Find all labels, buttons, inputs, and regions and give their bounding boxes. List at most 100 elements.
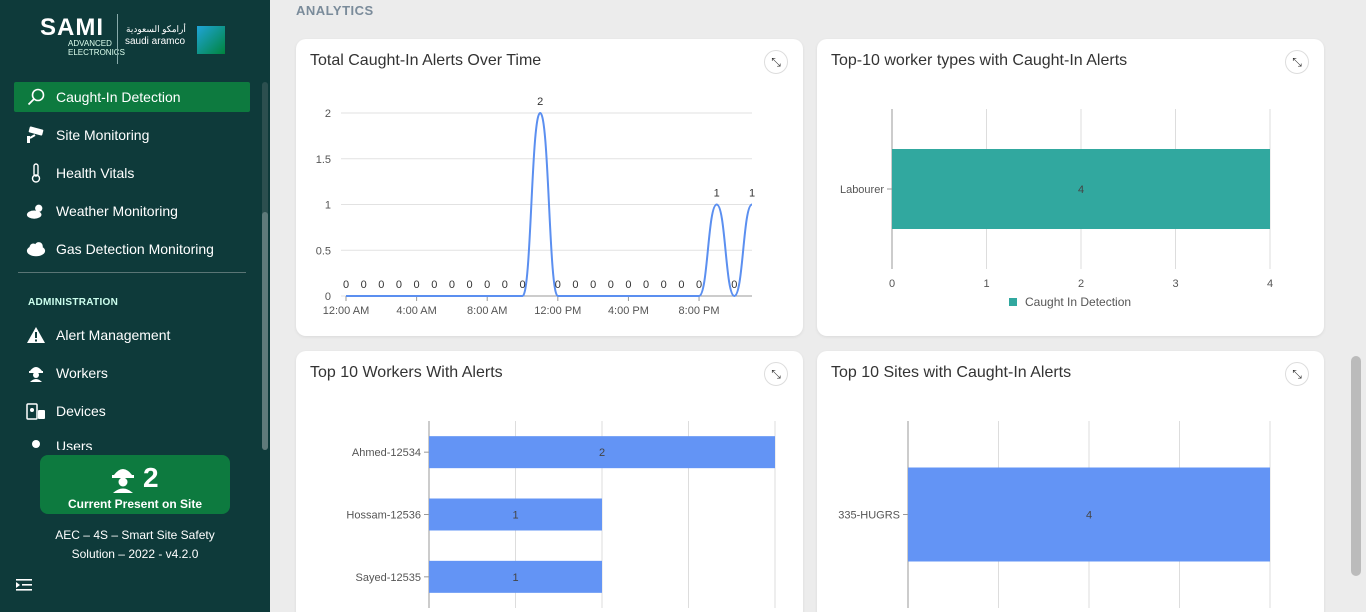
- present-count: 2: [143, 462, 159, 493]
- data-label: 0: [343, 279, 349, 291]
- data-label: 0: [378, 279, 384, 291]
- aramco-star-icon: [197, 26, 225, 54]
- data-label: 0: [661, 279, 667, 291]
- present-label: Current Present on Site: [67, 497, 203, 511]
- y-tick-label: Ahmed-12534: [352, 447, 421, 459]
- data-label: 1: [512, 572, 518, 584]
- nav-devices[interactable]: Devices: [14, 396, 250, 426]
- data-label: 0: [608, 279, 614, 291]
- data-label: 0: [502, 279, 508, 291]
- nav-label: Health Vitals: [56, 165, 135, 181]
- nav-label: Caught-In Detection: [56, 89, 181, 105]
- data-label: 0: [414, 279, 420, 291]
- device-icon: [26, 401, 46, 421]
- nav-label: Alert Management: [56, 327, 171, 343]
- y-tick-label: 0.5: [316, 245, 331, 257]
- worker-helmet-icon: [110, 465, 136, 499]
- bar-chart: 0 1 2 3 4 Labourer 4 Caught In Detection: [840, 109, 1273, 309]
- y-tick-label: Sayed-12535: [356, 572, 421, 584]
- x-tick-label: 12:00 PM: [534, 305, 581, 317]
- data-label: 0: [731, 279, 737, 291]
- data-label: 0: [555, 279, 561, 291]
- nav-health-vitals[interactable]: Health Vitals: [14, 158, 250, 188]
- warning-icon: [26, 325, 46, 345]
- nav-label: Workers: [56, 365, 108, 381]
- data-label: 1: [714, 188, 720, 200]
- sami-logo-text: SAMI: [40, 14, 104, 41]
- data-label: 0: [467, 279, 473, 291]
- nav-label: Weather Monitoring: [56, 203, 178, 219]
- section-title: ANALYTICS: [296, 3, 374, 18]
- nav-label: Site Monitoring: [56, 127, 150, 143]
- x-tick-label: 3: [1172, 278, 1178, 290]
- magnifier-icon: [26, 87, 46, 107]
- line-chart: 0 0.5 1 1.5 2 12:00 AM 4:00 AM 8:00 AM 12:00 PM 4…: [316, 96, 755, 317]
- nav-site-monitoring[interactable]: Site Monitoring: [14, 120, 250, 150]
- bar-chart: Ahmed-12534 2 Hossam-12536 1 Sayed-12535 1: [346, 421, 776, 608]
- version-line-1: AEC – 4S – Smart Site Safety: [55, 528, 215, 542]
- nav-caught-in-detection[interactable]: Caught-In Detection: [14, 82, 250, 112]
- data-label: 4: [1086, 510, 1092, 522]
- data-label: 0: [678, 279, 684, 291]
- page-scrollbar-thumb[interactable]: [1351, 356, 1361, 576]
- aramco-text: saudi aramco: [125, 36, 186, 47]
- data-label: 1: [749, 188, 755, 200]
- sidebar-scrollbar-thumb[interactable]: [262, 212, 268, 450]
- data-label: 2: [537, 96, 543, 108]
- user-icon: [26, 438, 46, 450]
- bar-chart: 335-HUGRS 4: [838, 421, 1271, 608]
- y-tick-label: 335-HUGRS: [838, 510, 900, 522]
- nav-users[interactable]: Users: [14, 434, 250, 450]
- collapse-menu-icon[interactable]: [16, 578, 32, 597]
- x-tick-label: 4:00 AM: [396, 305, 436, 317]
- chart-card-worker-types: Top-10 worker types with Caught-In Alert…: [817, 39, 1324, 336]
- y-tick-label: 2: [325, 108, 331, 120]
- y-tick-label: Hossam-12536: [346, 510, 421, 522]
- aramco-arabic-text: أرامكو السعودية: [126, 24, 186, 34]
- brand-logo: SAMI ADVANCED ELECTRONICS أرامكو السعودية…: [40, 14, 230, 68]
- data-label: 0: [484, 279, 490, 291]
- data-label: 1: [512, 510, 518, 522]
- nav-label: Gas Detection Monitoring: [56, 241, 214, 257]
- weather-icon: [26, 201, 46, 221]
- data-label: 2: [599, 447, 605, 459]
- current-present-card[interactable]: 2 Current Present on Site: [40, 455, 230, 514]
- data-label: 0: [449, 279, 455, 291]
- y-tick-label: 1: [325, 200, 331, 212]
- nav-label: Devices: [56, 403, 106, 419]
- sidebar-divider: [18, 272, 246, 273]
- data-label: 0: [572, 279, 578, 291]
- nav-alert-management[interactable]: Alert Management: [14, 320, 250, 350]
- x-tick-label: 8:00 AM: [467, 305, 507, 317]
- data-label: 0: [519, 279, 525, 291]
- nav-label: Users: [56, 438, 93, 450]
- chart-card-top-workers: Top 10 Workers With Alerts ⤡ Ahmed-12534…: [296, 351, 803, 612]
- data-label: 0: [590, 279, 596, 291]
- nav-workers[interactable]: Workers: [14, 358, 250, 388]
- data-label: 0: [625, 279, 631, 291]
- data-label: 0: [696, 279, 702, 291]
- gas-cloud-icon: [26, 239, 46, 259]
- version-info: AEC – 4S – Smart Site Safety Solution – …: [30, 526, 240, 564]
- nav-gas-detection-monitoring[interactable]: Gas Detection Monitoring: [14, 234, 250, 264]
- sidebar: SAMI ADVANCED ELECTRONICS أرامكو السعودية…: [0, 0, 270, 612]
- data-label: 4: [1078, 184, 1084, 196]
- y-tick-label: 1.5: [316, 154, 331, 166]
- chart-card-alerts-over-time: Total Caught-In Alerts Over Time ⤡ 0 0.5 1…: [296, 39, 803, 336]
- administration-heading: ADMINISTRATION: [28, 297, 119, 308]
- nav-weather-monitoring[interactable]: Weather Monitoring: [14, 196, 250, 226]
- x-tick-label: 1: [983, 278, 989, 290]
- cctv-icon: [26, 125, 46, 145]
- y-tick-label: 0: [325, 291, 331, 303]
- data-label: 0: [361, 279, 367, 291]
- version-line-2: Solution – 2022 - v4.2.0: [71, 547, 199, 561]
- y-tick-label: Labourer: [840, 184, 884, 196]
- legend-swatch: [1009, 298, 1017, 306]
- data-label: 0: [396, 279, 402, 291]
- x-tick-label: 2: [1078, 278, 1084, 290]
- x-tick-label: 0: [889, 278, 895, 290]
- data-label: 0: [431, 279, 437, 291]
- thermometer-icon: [26, 163, 46, 183]
- legend-label: Caught In Detection: [1025, 295, 1131, 309]
- chart-card-top-sites: Top 10 Sites with Caught-In Alerts ⤡ 335…: [817, 351, 1324, 612]
